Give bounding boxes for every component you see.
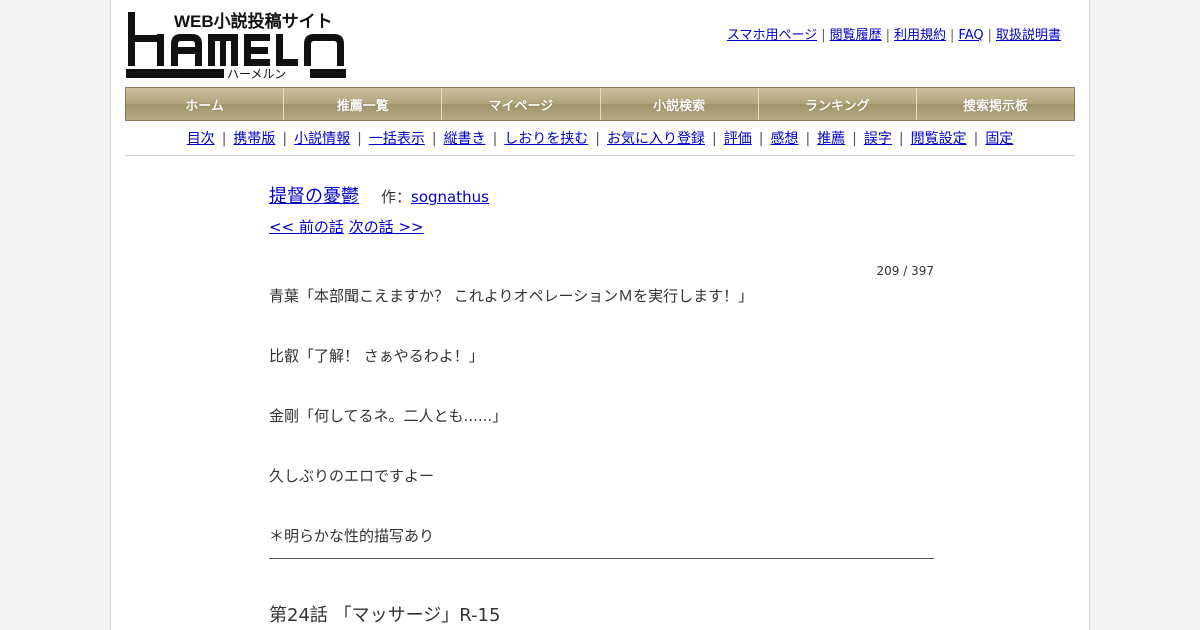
episode-pager: << 前の話 次の話 >>	[269, 214, 934, 240]
top-link-manual[interactable]: 取扱説明書	[996, 28, 1061, 43]
novel-subnav: 目次 | 携帯版 | 小説情報 | 一括表示 | 縦書き | しおりを挟む | お気に入り登録 | 評価 | 感…	[125, 122, 1075, 156]
chapter-title: 第24話 「マッサージ」R-15	[269, 605, 501, 626]
top-links: スマホ用ページ | 閲覧履歴 | 利用規約 | FAQ | 取扱説明書	[727, 24, 1061, 43]
separator: |	[712, 131, 717, 147]
author-label: 作：	[381, 188, 412, 206]
nav-search-board[interactable]: 捜索掲示板	[917, 88, 1074, 120]
logo-graphic: WEB小説投稿サイト ハーメルン	[126, 11, 346, 80]
subnav-show-all[interactable]: 一括表示	[369, 131, 425, 147]
separator: |	[898, 131, 904, 147]
prev-episode-link[interactable]: << 前の話	[269, 218, 344, 236]
subnav-pin[interactable]: 固定	[985, 131, 1013, 147]
separator: |	[431, 131, 437, 147]
subnav-bookmark[interactable]: しおりを挟む	[504, 131, 588, 147]
novel-content: 提督の憂鬱 作：sognathus << 前の話 次の話 >> 209 / 397…	[269, 180, 934, 627]
top-link-terms[interactable]: 利用規約	[894, 28, 946, 43]
nav-ranking[interactable]: ランキング	[759, 88, 917, 120]
subnav-novel-info[interactable]: 小説情報	[294, 131, 350, 147]
novel-title-link[interactable]: 提督の憂鬱	[269, 186, 359, 207]
nav-novel-search[interactable]: 小説検索	[601, 88, 759, 120]
subnav-vertical[interactable]: 縦書き	[444, 131, 486, 147]
episode-count: 209 / 397	[876, 264, 934, 278]
top-link-faq[interactable]: FAQ	[958, 28, 983, 43]
nav-recommendations[interactable]: 推薦一覧	[284, 88, 443, 120]
episode-preface: 青葉「本部聞こえますか？ これよりオペレーションＭを実行します！」 比叡「了解！…	[269, 286, 934, 559]
author-link[interactable]: sognathus	[411, 188, 489, 206]
nav-mypage[interactable]: マイページ	[442, 88, 601, 120]
preface-line: ＊明らかな性的描写あり	[269, 527, 435, 545]
top-link-history[interactable]: 閲覧履歴	[830, 28, 882, 43]
subnav-rating[interactable]: 評価	[724, 131, 752, 147]
separator: |	[758, 131, 764, 147]
logo-tagline: WEB小説投稿サイト	[174, 11, 333, 31]
subnav-recommend[interactable]: 推薦	[817, 131, 845, 147]
separator: |	[852, 131, 857, 147]
separator: |	[282, 131, 288, 147]
main-nav: ホーム 推薦一覧 マイページ 小説検索 ランキング 捜索掲示板	[125, 87, 1075, 121]
nav-home[interactable]: ホーム	[126, 88, 285, 120]
separator: |	[885, 28, 890, 43]
preface-line: 青葉「本部聞こえますか？ これよりオペレーションＭを実行します！」	[269, 287, 754, 305]
subnav-toc[interactable]: 目次	[187, 131, 215, 147]
separator: |	[805, 131, 811, 147]
top-link-smartphone[interactable]: スマホ用ページ	[727, 28, 817, 43]
separator: |	[595, 131, 600, 147]
logo-kana: ハーメルン	[227, 67, 286, 80]
subnav-favorite[interactable]: お気に入り登録	[607, 131, 705, 147]
title-row: 提督の憂鬱 作：sognathus	[269, 180, 934, 214]
preface-line: 金剛「何してるネ。二人とも......」	[269, 407, 508, 425]
separator: |	[492, 131, 498, 147]
subnav-mobile[interactable]: 携帯版	[233, 131, 275, 147]
separator: |	[973, 131, 979, 147]
separator: |	[221, 131, 227, 147]
preface-line: 比叡「了解！ さぁやるわよ！」	[269, 347, 484, 365]
separator: |	[950, 28, 955, 43]
separator: |	[357, 131, 362, 147]
page-container: WEB小説投稿サイト ハーメルン スマホ用ページ | 閲覧履歴 | 利用規約 | FAQ | 取…	[110, 0, 1090, 630]
hameln-logo[interactable]: WEB小説投稿サイト ハーメルン	[126, 10, 346, 80]
next-episode-link[interactable]: 次の話 >>	[349, 218, 424, 236]
preface-line: 久しぶりのエロですよー	[269, 467, 435, 485]
separator: |	[987, 28, 992, 43]
subnav-typo[interactable]: 誤字	[864, 131, 892, 147]
subnav-view-settings[interactable]: 閲覧設定	[911, 131, 967, 147]
separator: |	[821, 28, 826, 43]
subnav-comments[interactable]: 感想	[770, 131, 798, 147]
